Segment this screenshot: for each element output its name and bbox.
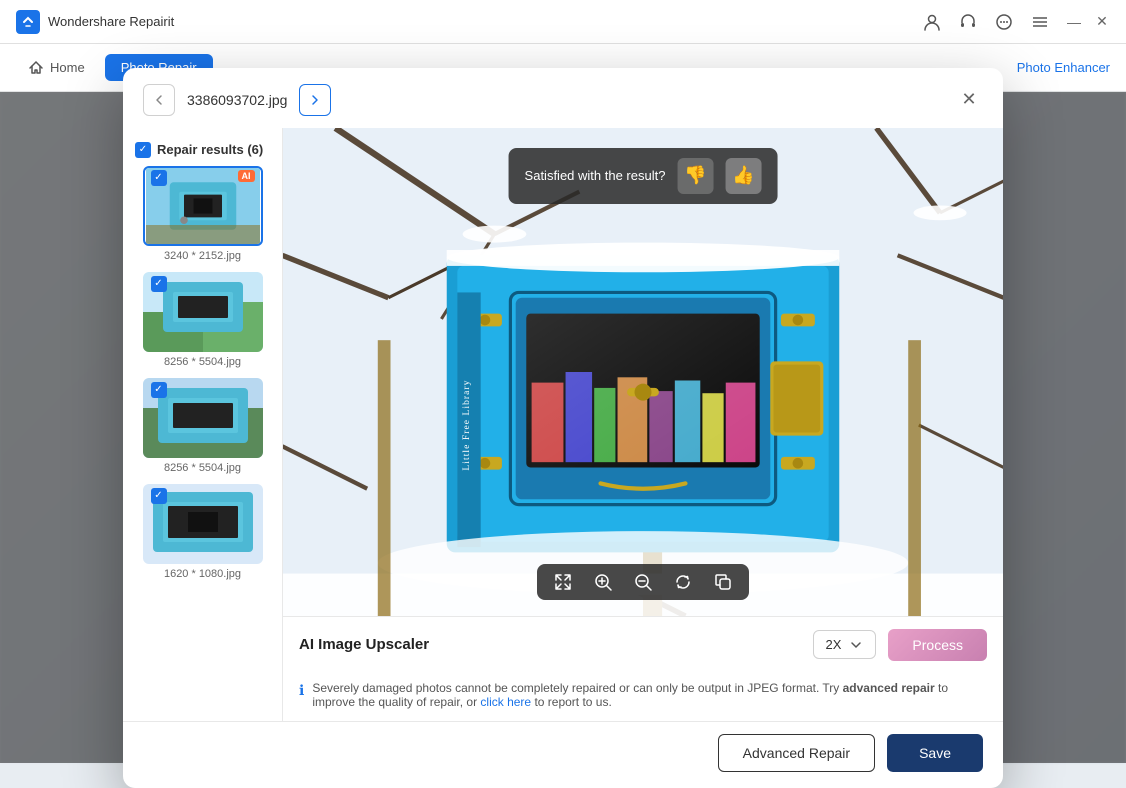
app-window: Wondershare Repairit bbox=[0, 0, 1126, 763]
thumb-label-1: 3240 * 2152.jpg bbox=[131, 250, 274, 262]
thumbnail-item-4[interactable]: ✓ bbox=[131, 484, 274, 580]
photo-enhancer-button[interactable]: Photo Enhancer bbox=[1017, 60, 1110, 75]
image-container: Little Free Library bbox=[283, 128, 1003, 616]
satisfaction-text: Satisfied with the result? bbox=[525, 168, 666, 183]
app-logo bbox=[16, 10, 40, 34]
main-content: 3386093702.jpg ✕ ✓ bbox=[0, 92, 1126, 763]
modal-header: 3386093702.jpg ✕ bbox=[123, 68, 1003, 128]
thumbs-up-button[interactable]: 👍 bbox=[725, 158, 761, 194]
expand-icon[interactable] bbox=[553, 572, 573, 592]
home-tab[interactable]: Home bbox=[16, 54, 97, 82]
chat-icon[interactable] bbox=[994, 12, 1014, 32]
zoom-in-icon[interactable] bbox=[593, 572, 613, 592]
app-title: Wondershare Repairit bbox=[48, 14, 174, 29]
rotate-icon[interactable] bbox=[673, 572, 693, 592]
title-bar-right: — ✕ bbox=[922, 12, 1110, 32]
thumbnails-panel: ✓ Repair results (6) ✓ AI bbox=[123, 128, 283, 721]
thumb-label-4: 1620 * 1080.jpg bbox=[131, 568, 274, 580]
title-bar-left: Wondershare Repairit bbox=[16, 10, 174, 34]
account-icon[interactable] bbox=[922, 12, 942, 32]
scale-select[interactable]: 2X bbox=[813, 630, 877, 659]
copy-icon[interactable] bbox=[713, 572, 733, 592]
upscaler-label: AI Image Upscaler bbox=[299, 636, 429, 653]
window-controls: — ✕ bbox=[1066, 14, 1110, 30]
title-bar: Wondershare Repairit bbox=[0, 0, 1126, 44]
process-button[interactable]: Process bbox=[888, 629, 987, 661]
thumbs-down-button[interactable]: 👎 bbox=[677, 158, 713, 194]
modal-navigation: 3386093702.jpg bbox=[143, 84, 331, 116]
zoom-out-icon[interactable] bbox=[633, 572, 653, 592]
upscaler-section: AI Image Upscaler 2X Process bbox=[283, 616, 1003, 673]
ai-badge-1: AI bbox=[238, 170, 255, 182]
thumb-checkbox-1[interactable]: ✓ bbox=[151, 170, 167, 186]
svg-text:Little Free Library: Little Free Library bbox=[461, 379, 472, 470]
info-text: Severely damaged photos cannot be comple… bbox=[312, 681, 987, 709]
modal-close-button[interactable]: ✕ bbox=[955, 86, 983, 114]
thumb-checkbox-3[interactable]: ✓ bbox=[151, 382, 167, 398]
select-all-checkbox[interactable]: ✓ bbox=[135, 142, 151, 158]
thumb-label-3: 8256 * 5504.jpg bbox=[131, 462, 274, 474]
results-label: Repair results (6) bbox=[157, 142, 263, 157]
thumb-label-2: 8256 * 5504.jpg bbox=[131, 356, 274, 368]
info-icon: ℹ bbox=[299, 682, 304, 699]
close-button[interactable]: ✕ bbox=[1094, 14, 1110, 30]
modal-filename: 3386093702.jpg bbox=[187, 92, 287, 108]
save-button[interactable]: Save bbox=[887, 734, 983, 772]
thumb-checkbox-2[interactable]: ✓ bbox=[151, 276, 167, 292]
info-bar: ℹ Severely damaged photos cannot be comp… bbox=[283, 673, 1003, 721]
thumbnail-item-3[interactable]: ✓ bbox=[131, 378, 274, 474]
repair-results-modal: 3386093702.jpg ✕ ✓ bbox=[123, 68, 1003, 788]
modal-footer: Advanced Repair Save bbox=[123, 721, 1003, 788]
menu-icon[interactable] bbox=[1030, 12, 1050, 32]
thumbnail-item-2[interactable]: ✓ bbox=[131, 272, 274, 368]
thumb-checkbox-4[interactable]: ✓ bbox=[151, 488, 167, 504]
results-header: ✓ Repair results (6) bbox=[131, 136, 274, 166]
satisfaction-bar: Satisfied with the result? 👎 👍 bbox=[509, 148, 778, 204]
next-button[interactable] bbox=[299, 84, 331, 116]
modal-body: ✓ Repair results (6) ✓ AI bbox=[123, 128, 1003, 721]
click-here-link[interactable]: click here bbox=[480, 695, 531, 709]
prev-button[interactable] bbox=[143, 84, 175, 116]
advanced-repair-button[interactable]: Advanced Repair bbox=[718, 734, 875, 772]
minimize-button[interactable]: — bbox=[1066, 14, 1082, 30]
image-toolbar bbox=[537, 564, 749, 600]
image-panel: Little Free Library bbox=[283, 128, 1003, 721]
headset-icon[interactable] bbox=[958, 12, 978, 32]
modal-overlay: 3386093702.jpg ✕ ✓ bbox=[0, 92, 1126, 763]
thumbnail-item-1[interactable]: ✓ AI bbox=[131, 166, 274, 262]
